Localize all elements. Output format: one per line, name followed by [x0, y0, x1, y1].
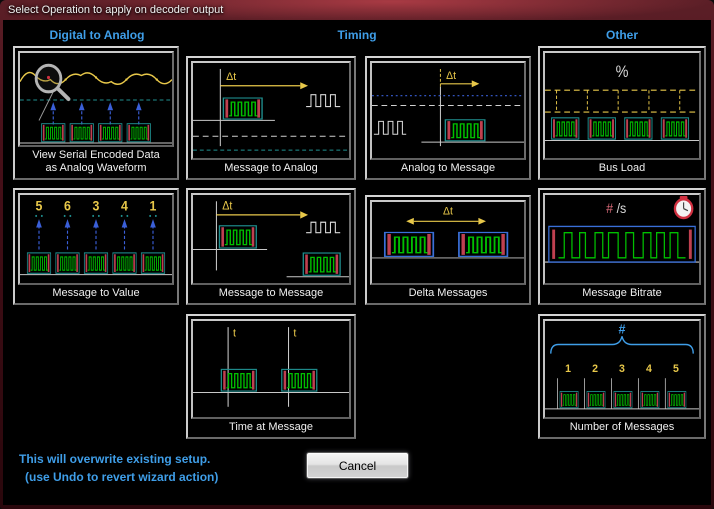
analog-to-message-label: Analog to Message	[370, 160, 526, 175]
value-label: 5	[36, 198, 43, 214]
hash-label: #	[619, 321, 626, 336]
value-label: 1	[150, 198, 157, 214]
message-to-message-icon: Δt	[191, 193, 351, 285]
title-bar[interactable]: Select Operation to apply on decoder out…	[0, 0, 714, 20]
svg-text:# /s: # /s	[606, 200, 627, 216]
t-label: t	[293, 327, 296, 339]
tile-view-serial-encoded-data[interactable]: View Serial Encoded Data as Analog Wavef…	[13, 46, 179, 180]
tile-message-to-value[interactable]: 5 6 3 4 1	[13, 188, 179, 305]
number-of-messages-label: Number of Messages	[543, 419, 701, 434]
message-to-message-label: Message to Message	[191, 285, 351, 300]
time-at-message-label: Time at Message	[191, 419, 351, 434]
bus-load-label: Bus Load	[543, 160, 701, 175]
view-serial-encoded-data-icon	[18, 51, 174, 147]
overwrite-warning-line1: This will overwrite existing setup.	[19, 452, 210, 466]
tile-message-bitrate[interactable]: # /s Message Bitrate	[538, 188, 706, 305]
delta-t-label: Δt	[226, 71, 236, 83]
view-serial-encoded-data-label: View Serial Encoded Data as Analog Wavef…	[18, 147, 174, 175]
analog-to-message-icon: Δt	[370, 61, 526, 160]
tile-number-of-messages[interactable]: # 1 2 3 4 5	[538, 314, 706, 439]
cancel-button[interactable]: Cancel	[306, 452, 409, 479]
tile-time-at-message[interactable]: t t Time at Message	[186, 314, 356, 439]
tile-message-to-analog[interactable]: Δt Message to Analog	[186, 56, 356, 180]
tile-bus-load[interactable]: % Bus Load	[538, 46, 706, 180]
clock-icon	[675, 196, 692, 218]
value-label: 4	[121, 198, 129, 214]
tile-message-to-message[interactable]: Δt Message to Message	[186, 188, 356, 305]
value-label: 6	[64, 198, 71, 214]
dialog-content: Digital to Analog Timing Other	[3, 20, 711, 505]
delta-t-label: Δt	[443, 205, 453, 217]
count-label: 3	[619, 363, 625, 375]
tile-delta-messages[interactable]: Δt Delta Messages	[365, 195, 531, 305]
overwrite-warning-line2: (use Undo to revert wizard action)	[25, 470, 218, 484]
bus-load-icon: %	[543, 51, 701, 160]
message-bitrate-icon: # /s	[543, 193, 701, 285]
number-of-messages-icon: # 1 2 3 4 5	[543, 319, 701, 419]
message-to-analog-icon: Δt	[191, 61, 351, 160]
count-label: 1	[565, 363, 571, 375]
percent-label: %	[616, 63, 629, 81]
message-to-analog-label: Message to Analog	[191, 160, 351, 175]
tile-analog-to-message[interactable]: Δt Analog to Message	[365, 56, 531, 180]
count-label: 5	[673, 363, 679, 375]
value-label: 3	[93, 198, 100, 214]
column-header-digital-to-analog: Digital to Analog	[13, 28, 181, 42]
count-label: 2	[592, 363, 598, 375]
brace-glyph	[551, 336, 693, 353]
dialog-window: Select Operation to apply on decoder out…	[0, 0, 714, 509]
delta-t-label: Δt	[222, 200, 233, 212]
hash-label: #	[606, 200, 614, 216]
t-label: t	[233, 327, 236, 339]
delta-messages-label: Delta Messages	[370, 285, 526, 300]
time-at-message-icon: t t	[191, 319, 351, 419]
per-second-label: /s	[617, 200, 627, 216]
count-label: 4	[646, 363, 652, 375]
column-header-other: Other	[538, 28, 706, 42]
delta-messages-icon: Δt	[370, 200, 526, 285]
column-header-timing: Timing	[181, 28, 533, 42]
message-to-value-icon: 5 6 3 4 1	[18, 193, 174, 285]
delta-t-label: Δt	[446, 70, 456, 82]
message-to-value-label: Message to Value	[18, 285, 174, 300]
message-bitrate-label: Message Bitrate	[543, 285, 701, 300]
window-title: Select Operation to apply on decoder out…	[0, 0, 714, 20]
